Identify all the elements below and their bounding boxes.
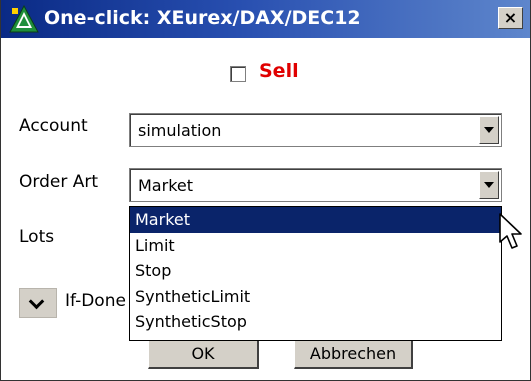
- dropdown-option-market[interactable]: Market: [130, 207, 501, 233]
- sell-label[interactable]: Sell: [259, 60, 299, 82]
- cancel-button[interactable]: Abbrechen: [294, 339, 413, 369]
- lots-label: Lots: [19, 227, 55, 247]
- order-art-value: Market: [138, 176, 193, 195]
- if-done-expand-toggle[interactable]: [19, 288, 57, 318]
- order-art-label: Order Art: [19, 172, 98, 192]
- close-button[interactable]: ×: [498, 7, 523, 29]
- window-title: One-click: XEurex/DAX/DEC12: [44, 7, 361, 29]
- one-click-dialog: One-click: XEurex/DAX/DEC12 × Sell Accou…: [0, 0, 531, 381]
- order-art-dropdown-list: Market Limit Stop SyntheticLimit Synthet…: [129, 206, 502, 341]
- if-done-label: If-Done: [65, 291, 126, 311]
- sell-checkbox[interactable]: [230, 66, 246, 82]
- order-art-dropdown-arrow-icon[interactable]: [479, 171, 499, 199]
- account-value: simulation: [138, 121, 222, 140]
- dropdown-option-synthetic-stop[interactable]: SyntheticStop: [130, 309, 501, 335]
- order-art-select[interactable]: Market: [129, 168, 502, 202]
- account-dropdown-arrow-icon[interactable]: [479, 116, 499, 144]
- mouse-pointer-icon: [499, 213, 522, 249]
- account-label: Account: [19, 116, 88, 136]
- dropdown-option-limit[interactable]: Limit: [130, 233, 501, 259]
- ok-button[interactable]: OK: [148, 339, 259, 369]
- app-logo-icon: [9, 5, 39, 33]
- account-select[interactable]: simulation: [129, 113, 502, 147]
- dropdown-option-stop[interactable]: Stop: [130, 258, 501, 284]
- dropdown-option-synthetic-limit[interactable]: SyntheticLimit: [130, 284, 501, 310]
- title-bar[interactable]: One-click: XEurex/DAX/DEC12 ×: [1, 0, 530, 38]
